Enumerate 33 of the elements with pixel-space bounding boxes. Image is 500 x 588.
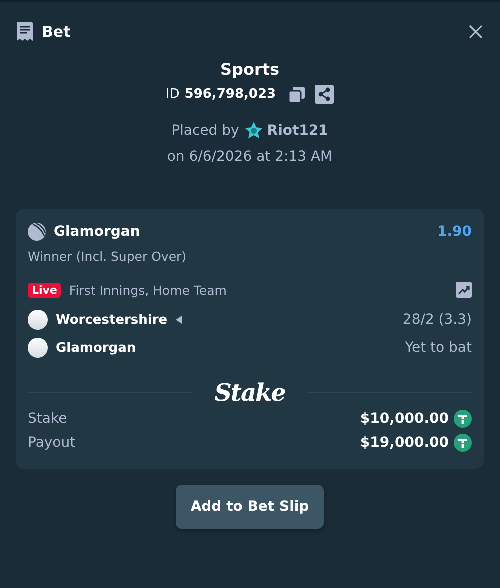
market-name: Winner (Incl. Super Over): [28, 249, 188, 264]
team-badge-icon: [28, 310, 48, 330]
placed-by-label: Placed by: [172, 123, 240, 139]
cricket-ball-icon: [28, 223, 46, 241]
id-label: ID: [166, 87, 180, 102]
match-period: First Innings, Home Team: [69, 282, 227, 298]
amount-label: Payout: [28, 435, 76, 451]
team-badge-icon: [28, 338, 48, 358]
amount-value: $19,000.00: [360, 435, 449, 451]
stake-logo: Stake: [214, 378, 286, 407]
team-name: Worcestershire: [56, 312, 168, 328]
selection-team: Glamorgan: [54, 224, 140, 240]
coin-icon: [454, 434, 472, 452]
live-badge: Live: [28, 282, 62, 298]
share-icon[interactable]: [315, 85, 334, 104]
copy-icon[interactable]: [288, 86, 306, 104]
bet-id: 596,798,023: [184, 87, 276, 102]
receipt-icon: [16, 22, 34, 42]
chart-icon[interactable]: [456, 282, 472, 298]
coin-icon: [454, 410, 472, 428]
team-score: 28/2 (3.3): [402, 312, 472, 328]
odds: 1.90: [437, 224, 472, 240]
username[interactable]: Riot121: [267, 123, 328, 139]
star-icon: [245, 122, 264, 140]
modal-title: Bet: [42, 23, 71, 41]
add-to-bet-slip-button[interactable]: Add to Bet Slip: [176, 485, 324, 529]
bet-category: Sports: [220, 60, 280, 79]
team-name: Glamorgan: [56, 340, 136, 356]
close-icon[interactable]: [468, 24, 484, 40]
amount-value: $10,000.00: [360, 411, 449, 427]
placed-date: on 6/6/2026 at 2:13 AM: [167, 149, 333, 165]
team-score: Yet to bat: [405, 340, 472, 356]
amount-label: Stake: [28, 411, 68, 427]
